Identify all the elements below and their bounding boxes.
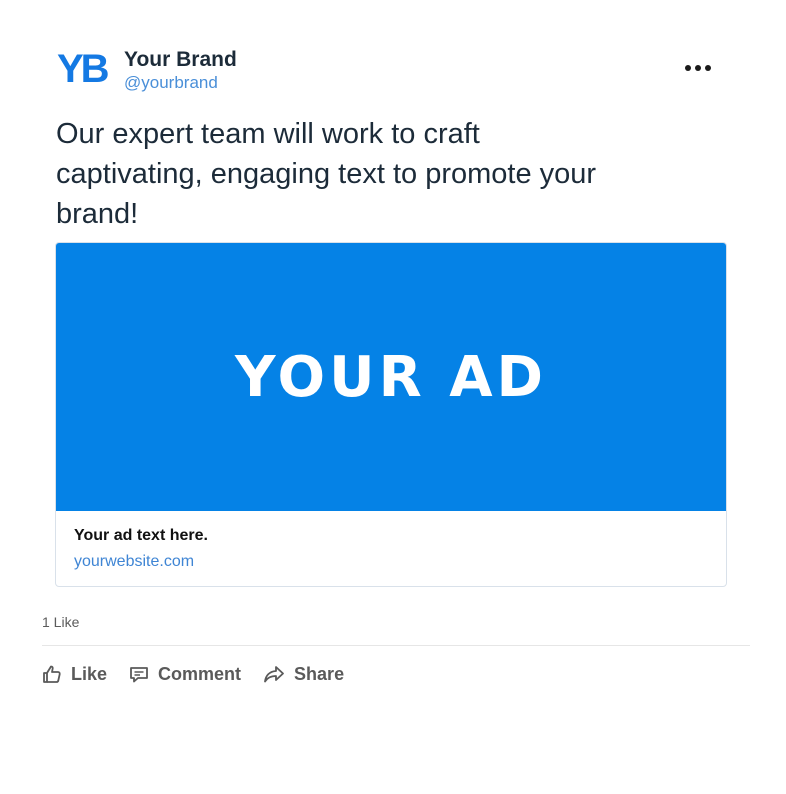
more-dot-icon <box>685 65 691 71</box>
divider <box>42 645 750 646</box>
post-text: Our expert team will work to craft capti… <box>56 118 597 230</box>
ad-headline: Your ad text here. <box>74 527 208 544</box>
more-dot-icon <box>695 65 701 71</box>
comment-label: Comment <box>158 663 242 684</box>
ad-url-link[interactable]: yourwebsite.com <box>74 553 194 571</box>
action-bar: Like Comment Share <box>42 660 366 688</box>
ad-image-text: YOUR AD <box>234 344 548 410</box>
social-post: YB Your Brand @yourbrand Our expert team… <box>0 0 786 794</box>
share-arrow-icon <box>263 664 285 684</box>
thumbs-up-icon <box>42 664 62 684</box>
share-button[interactable]: Share <box>263 664 344 685</box>
like-count[interactable]: 1 Like <box>42 614 79 630</box>
brand-logo[interactable]: YB <box>57 46 117 92</box>
more-options-button[interactable] <box>676 58 720 78</box>
comment-icon <box>129 664 149 684</box>
brand-handle[interactable]: @yourbrand <box>124 72 218 94</box>
share-label: Share <box>294 663 345 684</box>
brand-name[interactable]: Your Brand <box>124 47 237 73</box>
comment-button[interactable]: Comment <box>129 664 241 685</box>
like-button[interactable]: Like <box>42 664 107 685</box>
ad-image[interactable]: YOUR AD <box>56 243 726 511</box>
more-dot-icon <box>705 65 711 71</box>
ad-card[interactable]: YOUR AD Your ad text here. yourwebsite.c… <box>55 242 727 587</box>
like-label: Like <box>71 663 108 684</box>
